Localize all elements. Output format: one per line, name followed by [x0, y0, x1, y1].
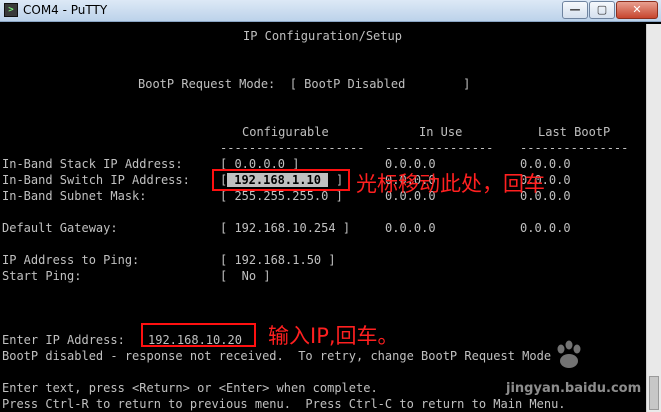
help-text-enter: Enter text, press <Return> or <Enter> wh…	[2, 381, 378, 395]
enter-ip-label: Enter IP Address:	[2, 333, 125, 347]
column-divider: --------------------	[220, 141, 365, 155]
annotation-step2-text: 输入IP,回车。	[268, 324, 399, 348]
switch-ip-label: In-Band Switch IP Address:	[2, 173, 190, 187]
baidu-paw-icon	[557, 340, 581, 368]
watermark-text: jingyan.baidu.com	[506, 381, 642, 396]
stack-ip-label: In-Band Stack IP Address:	[2, 157, 183, 171]
ping-address-field[interactable]: [ 192.168.1.50 ]	[220, 253, 336, 267]
subnet-mask-label: In-Band Subnet Mask:	[2, 189, 147, 203]
start-ping-label: Start Ping:	[2, 269, 82, 283]
stack-ip-last-bootp: 0.0.0.0	[520, 157, 571, 171]
title-bar: > COM4 - PuTTY — ▢ ✕	[0, 0, 661, 22]
column-divider: ---------------	[520, 141, 629, 155]
column-header-in-use: In Use	[419, 125, 463, 139]
bootp-request-mode-field[interactable]: BootP Request Mode: [ BootP Disabled ]	[138, 77, 470, 91]
default-gateway-label: Default Gateway:	[2, 221, 118, 235]
scrollbar-thumb[interactable]	[649, 376, 659, 410]
ping-address-label: IP Address to Ping:	[2, 253, 140, 267]
bootp-status-message: BootP disabled - response not received. …	[2, 349, 552, 363]
subnet-mask-field[interactable]: [ 255.255.255.0 ]	[220, 189, 343, 203]
default-gateway-field[interactable]: [ 192.168.10.254 ]	[220, 221, 350, 235]
annotation-step1-text: 光标移动此处，回车	[356, 172, 545, 196]
maximize-button[interactable]: ▢	[589, 1, 615, 19]
stack-ip-in-use: 0.0.0.0	[385, 157, 436, 171]
column-divider: ---------------	[385, 141, 494, 155]
annotation-highlight-enter-ip	[141, 323, 256, 347]
close-button[interactable]: ✕	[616, 1, 658, 19]
default-gateway-last-bootp: 0.0.0.0	[520, 221, 571, 235]
annotation-highlight-switch-ip	[212, 169, 350, 191]
terminal-screen[interactable]: IP Configuration/Setup BootP Request Mod…	[2, 24, 644, 412]
minimize-button[interactable]: —	[562, 1, 588, 19]
window-title: COM4 - PuTTY	[23, 3, 108, 17]
putty-terminal-icon[interactable]: >	[4, 3, 18, 17]
help-text-navigation: Press Ctrl-R to return to previous menu.…	[2, 397, 566, 411]
vertical-scrollbar[interactable]	[646, 24, 661, 412]
column-header-configurable: Configurable	[242, 125, 329, 139]
start-ping-field[interactable]: [ No ]	[220, 269, 271, 283]
default-gateway-in-use: 0.0.0.0	[385, 221, 436, 235]
screen-header: IP Configuration/Setup	[243, 29, 402, 43]
column-header-last-bootp: Last BootP	[538, 125, 611, 139]
